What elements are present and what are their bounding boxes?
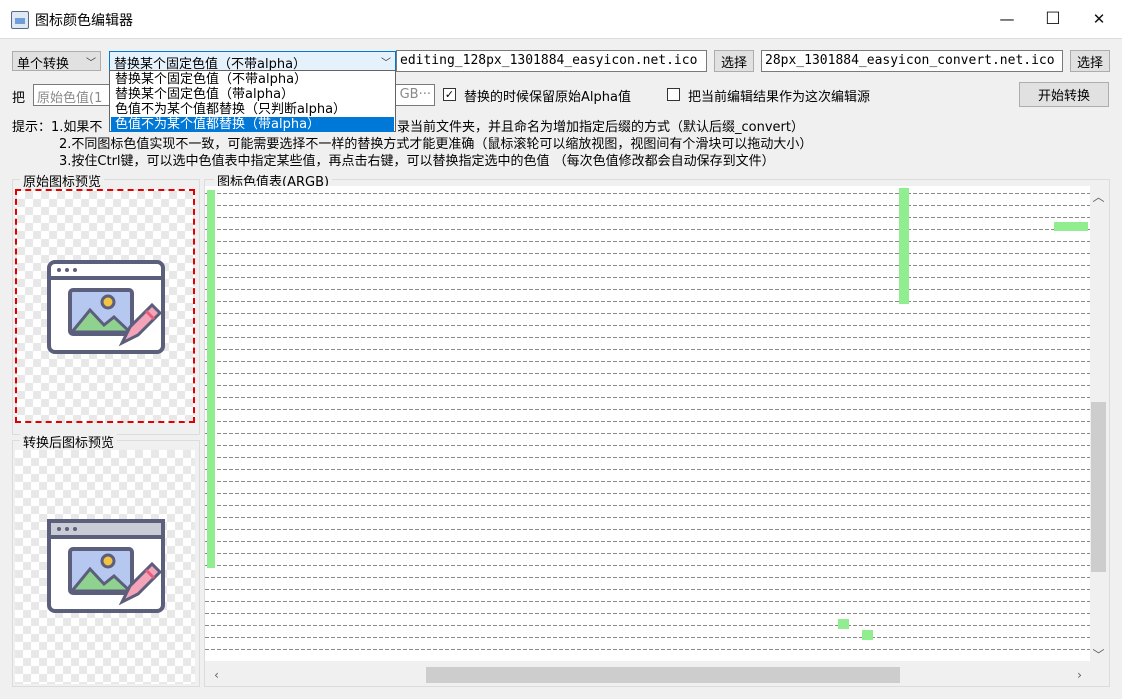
dest-file-path: 28px_1301884_easyicon_convert.net.ico [765, 53, 1055, 68]
converted-preview[interactable] [15, 450, 195, 684]
highlight-column-left[interactable] [207, 190, 215, 568]
window-title: 图标颜色编辑器 [35, 13, 133, 29]
source-color-field[interactable]: 原始色值(1 [33, 84, 113, 106]
use-as-source-label: 把当前编辑结果作为这次编辑源 [688, 90, 871, 105]
dropdown-option[interactable]: 色值不为某个值都替换（只判断alpha） [111, 102, 394, 117]
dropdown-option[interactable]: 替换某个固定色值（不带alpha） [111, 72, 394, 87]
mode-combo[interactable]: 单个转换 ﹀ [12, 51, 101, 72]
source-file-field[interactable]: editing_128px_1301884_easyicon.net.ico [396, 50, 707, 72]
dropdown-option[interactable]: 替换某个固定色值（带alpha） [111, 87, 394, 102]
scroll-down-icon[interactable]: ﹀ [1090, 646, 1107, 663]
start-convert-button[interactable]: 开始转换 [1019, 82, 1109, 107]
color-value-grid[interactable] [205, 186, 1090, 661]
select-source-button[interactable]: 选择 [714, 50, 754, 72]
app-icon [11, 11, 29, 29]
chevron-down-icon: ﹀ [381, 58, 391, 69]
target-color-placeholder: GB··· [399, 87, 431, 102]
image-edit-icon [47, 519, 165, 613]
keep-alpha-label: 替换的时候保留原始Alpha值 [464, 90, 631, 105]
horizontal-scroll-thumb[interactable] [426, 667, 900, 683]
color-table[interactable] [205, 186, 1090, 661]
replace-mode-dropdown[interactable]: 替换某个固定色值（不带alpha） 替换某个固定色值（带alpha） 色值不为某… [109, 70, 396, 132]
select-dest-button[interactable]: 选择 [1070, 50, 1110, 72]
maximize-button[interactable]: ☐ [1030, 0, 1076, 38]
scroll-right-icon[interactable]: › [1071, 666, 1088, 683]
scroll-left-icon[interactable]: ‹ [208, 666, 225, 683]
dest-file-field[interactable]: 28px_1301884_easyicon_convert.net.ico [761, 50, 1063, 72]
image-edit-icon [47, 260, 165, 354]
original-preview[interactable] [15, 189, 195, 423]
original-preview-title: 原始图标预览 [20, 171, 105, 190]
title-bar: 图标颜色编辑器 — ☐ ✕ [0, 0, 1122, 39]
vertical-scrollbar[interactable]: ︿ ﹀ [1090, 186, 1107, 665]
source-file-path: editing_128px_1301884_easyicon.net.ico [400, 53, 698, 68]
highlight-column-right[interactable] [899, 188, 909, 304]
close-button[interactable]: ✕ [1076, 0, 1122, 38]
replace-mode-combo[interactable]: 替换某个固定色值（不带alpha） ﹀ [109, 51, 396, 72]
highlight-cell[interactable] [838, 619, 849, 629]
source-color-placeholder: 原始色值(1 [37, 91, 103, 106]
prefix-label: 把 [12, 91, 26, 106]
horizontal-scrollbar[interactable]: ‹ › [205, 665, 1090, 685]
keep-alpha-checkbox[interactable]: ✓ [443, 88, 456, 101]
minimize-button[interactable]: — [984, 0, 1030, 38]
scroll-up-icon[interactable]: ︿ [1090, 188, 1107, 205]
chevron-down-icon: ﹀ [86, 58, 96, 69]
mode-combo-value: 单个转换 [17, 57, 70, 72]
dropdown-option-selected[interactable]: 色值不为某个值都替换（带alpha） [111, 117, 394, 132]
vertical-scroll-thumb[interactable] [1091, 402, 1106, 572]
hint-line-3: 3.按住Ctrl键，可以选中色值表中指定某些值，再点击右键，可以替换指定选中的色… [59, 154, 775, 169]
converted-preview-title: 转换后图标预览 [20, 432, 118, 451]
highlight-cell[interactable] [862, 630, 873, 640]
highlight-cell[interactable] [1054, 222, 1088, 231]
use-as-source-checkbox[interactable] [667, 88, 680, 101]
